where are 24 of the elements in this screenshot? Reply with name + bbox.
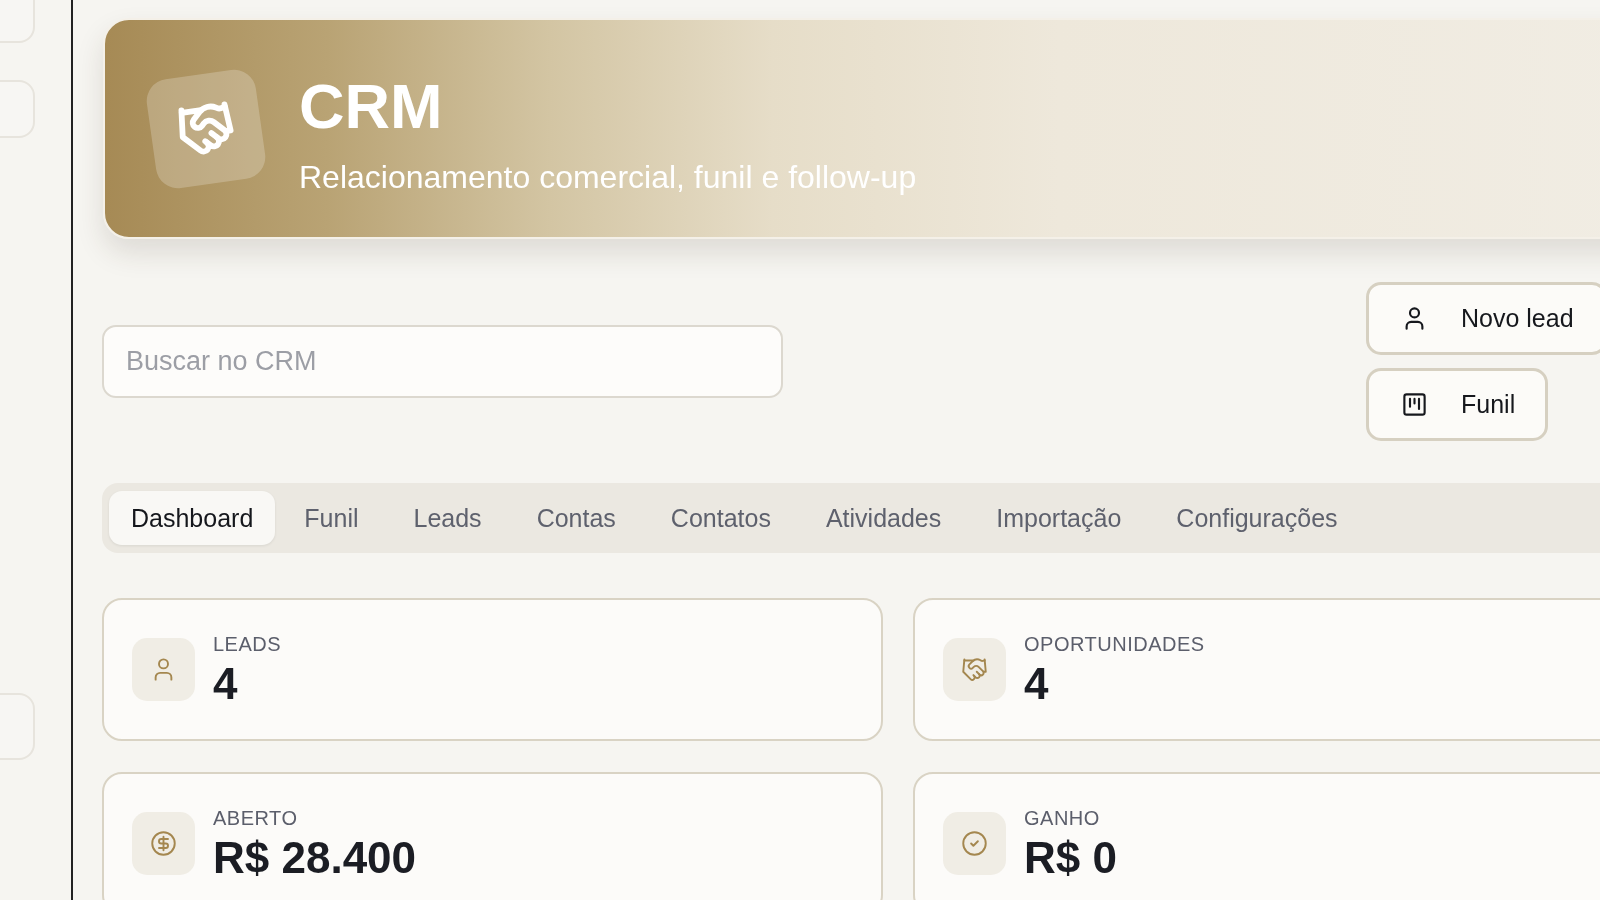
stat-value: 4 [1024, 659, 1049, 708]
tab[interactable]: Contatos [648, 491, 793, 545]
tab[interactable]: Importação [974, 491, 1144, 545]
tab[interactable]: Funil [282, 491, 381, 545]
stat-value: R$ 0 [1024, 833, 1117, 882]
tab[interactable]: Dashboard [109, 491, 276, 545]
stat-label: ABERTO [213, 805, 298, 830]
user-icon [132, 638, 195, 701]
search-field[interactable]: Buscar no CRM [102, 325, 783, 398]
tab[interactable]: Atividades [803, 491, 964, 545]
pipeline-button[interactable]: Funil [1366, 368, 1549, 441]
handshake-icon [943, 638, 1006, 701]
stat-value: 4 [213, 659, 238, 708]
stat-label: LEADS [213, 631, 282, 656]
stat-value: R$ 28.400 [213, 833, 417, 882]
dollar-coin-icon [132, 812, 195, 875]
tab[interactable]: Configurações [1154, 491, 1360, 545]
page-title: CRM [299, 71, 443, 140]
kanban-icon [1401, 391, 1428, 418]
tab[interactable]: Contas [514, 491, 638, 545]
new-lead-button[interactable]: Novo lead [1366, 282, 1600, 355]
stat-label: GANHO [1024, 805, 1100, 830]
tab[interactable]: Leads [391, 491, 504, 545]
stat-label: OPORTUNIDADES [1024, 631, 1205, 656]
